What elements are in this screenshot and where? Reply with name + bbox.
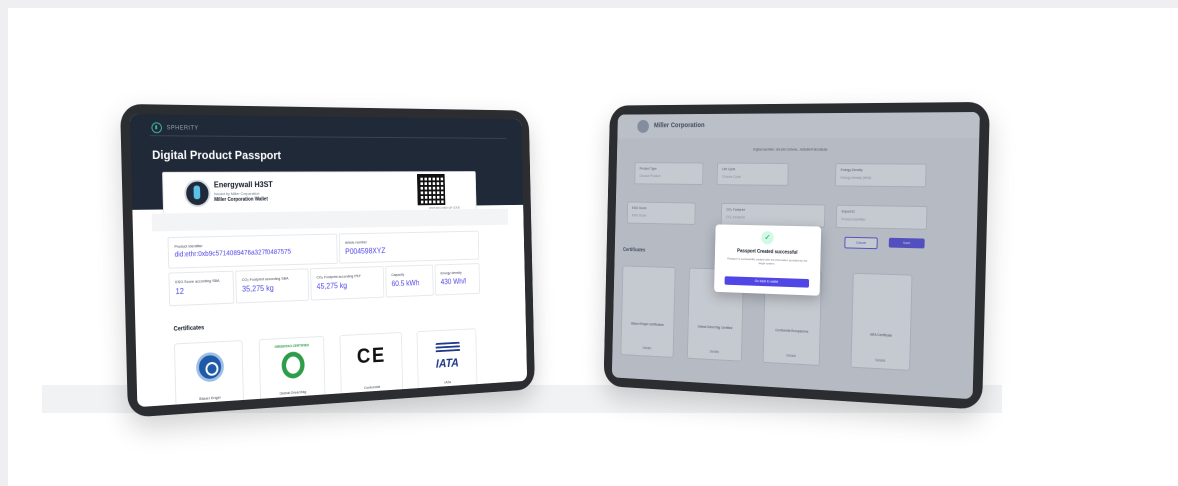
greentag-icon (281, 351, 305, 380)
field-energy-density: Energy density 430 Wh/l (434, 263, 481, 296)
certificates-heading: Certificates (173, 325, 205, 333)
field-label: CO₂ Footprint according PEF (316, 273, 361, 280)
product-issuer: Issued by Miller Corporation (214, 190, 260, 197)
checkmark-icon: ✓ (761, 231, 774, 245)
field-value[interactable]: did:ethr:0xb9c5714089476a327f0487575 (174, 249, 291, 259)
success-modal: ✓ Passport Created successful Passport i… (714, 224, 822, 296)
product-avatar (183, 179, 211, 208)
tablet-left-screen: SPHERITY Digital Product Passport Energy… (129, 114, 528, 408)
product-wallet-link[interactable]: Miller Corporation Wallet (214, 197, 268, 203)
field-label: Article number (344, 239, 367, 245)
field-label: Energy density (440, 270, 462, 276)
qr-code-icon[interactable] (416, 173, 446, 206)
modal-text: Passport is successfully created with th… (727, 256, 808, 266)
certificate-card-greentag[interactable]: GREENTAG CERTIFIED Global GreenTag (258, 335, 326, 401)
certificate-card-ce[interactable]: CE Conformité (339, 331, 404, 396)
tablet-right-screen: Miller Corporation Digital identifier: d… (611, 111, 980, 400)
ce-mark-icon: CE (356, 343, 387, 368)
certificate-card-blauer-engel[interactable]: Blauer Engel (173, 340, 244, 407)
left-border (0, 0, 8, 486)
field-value: 60.5 kWh (391, 278, 420, 289)
field-label: Capacity (391, 271, 405, 277)
card-separator (151, 208, 509, 232)
top-border (0, 0, 1178, 8)
field-product-identifier: Product Identifier did:ethr:0xb9c5714089… (167, 233, 338, 269)
certificate-name: Global GreenTag (279, 389, 307, 396)
product-name: Energywall H3ST (213, 180, 273, 190)
field-value: 35,275 kg (241, 283, 274, 294)
certificate-name: Conformité (363, 384, 381, 390)
certificate-card-iata[interactable]: IATA IATA (416, 328, 478, 390)
iata-icon (435, 341, 460, 355)
back-to-wallet-button[interactable]: Go back to wallet (724, 276, 810, 288)
header-divider (149, 135, 507, 139)
field-label: CO₂ Footprint according SBA (241, 275, 289, 283)
brand: SPHERITY (151, 122, 199, 134)
field-label: ESG Score according SBA (175, 277, 220, 285)
field-capacity: Capacity 60.5 kWh (385, 264, 434, 298)
field-label: Product Identifier (174, 243, 203, 249)
certificate-name: IATA (444, 379, 452, 385)
field-value: 430 Wh/l (440, 277, 467, 287)
field-value: P004598XYZ (345, 246, 386, 256)
field-co2-sba: CO₂ Footprint according SBA 35,275 kg (235, 268, 310, 304)
modal-title: Passport Created successful (737, 248, 798, 256)
field-value: 12 (175, 286, 184, 297)
field-co2-pef: CO₂ Footprint according PEF 45,275 kg (310, 266, 385, 301)
tablet-left: SPHERITY Digital Product Passport Energy… (120, 103, 535, 418)
certificate-name: Blauer Engel (199, 394, 221, 401)
field-article-number: Article number P004598XYZ (338, 230, 480, 264)
tablet-right: Miller Corporation Digital identifier: d… (603, 101, 990, 410)
page-title: Digital Product Passport (151, 148, 282, 163)
blue-angel-icon (195, 351, 225, 383)
brand-logo-icon (151, 122, 163, 134)
brand-label: SPHERITY (166, 124, 199, 132)
greentag-logo-text: GREENTAG CERTIFIED (274, 343, 309, 349)
iata-logo-text: IATA (435, 355, 459, 371)
field-esg-score: ESG Score according SBA 12 (168, 270, 235, 307)
field-value: 45,275 kg (316, 281, 348, 291)
